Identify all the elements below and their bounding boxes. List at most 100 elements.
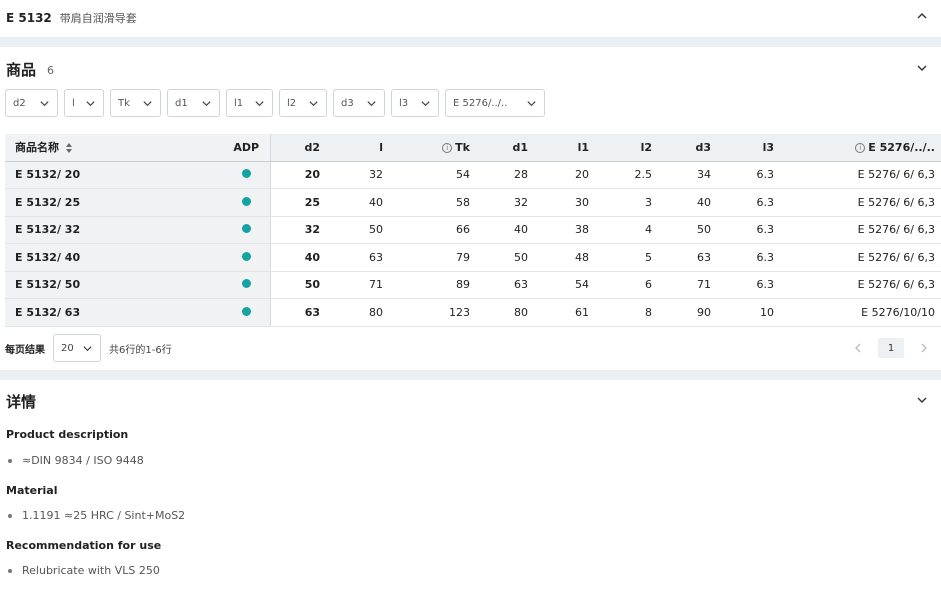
cell-d3: 90 [658,298,717,327]
cell-e5276: E 5276/10/10 [780,298,941,327]
cell-l2: 3 [595,188,658,217]
product-description-heading: Product description [6,428,129,441]
column-header-d3[interactable]: d3 [658,134,717,162]
chevron-down-icon [83,345,92,351]
recommendation-heading: Recommendation for use [6,539,162,552]
cell-d3: 71 [658,271,717,299]
filter-l1[interactable]: l1 [226,89,273,117]
cell-d1: 50 [476,243,534,272]
chevron-down-icon [143,100,152,106]
chevron-down-icon [367,100,376,106]
filter-d3[interactable]: d3 [333,89,385,117]
cell-l1: 38 [534,216,595,244]
cell-tk: 66 [389,216,476,244]
table-header-row: 商品名称 ADP d2 l i Tk d1 l1 l2 d3 l3 iE 5276… [5,134,941,162]
chevron-down-icon [86,100,95,106]
products-toggle-chevron-down-icon[interactable] [915,61,929,75]
collapse-header-chevron-up-icon[interactable] [915,9,929,23]
cell-d1: 28 [476,161,534,189]
filter-d2[interactable]: d2 [5,89,58,117]
cell-l: 80 [326,298,389,327]
filter-l3[interactable]: l3 [391,89,439,117]
cell-e5276: E 5276/ 6/ 6,3 [780,188,941,217]
material-heading: Material [6,484,58,497]
cell-d2: 20 [270,161,326,189]
product-code: E 5132 [6,11,52,25]
next-page-chevron-right-icon[interactable] [917,338,931,358]
table-row[interactable]: E 5132/ 50 50 71 89 63 54 6 71 6.3 E 527… [5,271,941,299]
table-row[interactable]: E 5132/ 20 20 32 54 28 20 2.5 34 6.3 E 5… [5,161,941,189]
cell-d1: 32 [476,188,534,217]
cell-l: 63 [326,243,389,272]
column-header-l1[interactable]: l1 [534,134,595,162]
cell-l3: 6.3 [717,243,780,272]
details-toggle-chevron-down-icon[interactable] [915,393,929,407]
row-range-text: 共6行的1-6行 [109,344,172,356]
table-row[interactable]: E 5132/ 40 40 63 79 50 48 5 63 6.3 E 527… [5,243,941,272]
column-header-d2[interactable]: d2 [270,134,326,162]
cell-e5276: E 5276/ 6/ 6,3 [780,216,941,244]
cell-l2: 8 [595,298,658,327]
cell-l3: 6.3 [717,161,780,189]
cell-e5276: E 5276/ 6/ 6,3 [780,243,941,272]
material-item: 1.1191 ≈25 HRC / Sint+MoS2 [8,509,185,522]
chevron-down-icon [40,100,49,106]
product-subtitle: 带肩自润滑导套 [59,12,137,25]
section-divider [0,370,941,380]
chevron-down-icon [202,100,211,106]
table-row[interactable]: E 5132/ 32 32 50 66 40 38 4 50 6.3 E 527… [5,216,941,244]
cell-l: 71 [326,271,389,299]
per-page-select[interactable]: 20 [53,334,101,362]
cell-l3: 6.3 [717,188,780,217]
cell-l2: 4 [595,216,658,244]
column-header-l[interactable]: l [326,134,389,162]
prev-page-chevron-left-icon[interactable] [851,338,865,358]
sort-icon[interactable] [65,142,73,154]
cell-name[interactable]: E 5132/ 40 [5,243,223,272]
bullet-icon [8,458,12,463]
cell-l: 40 [326,188,389,217]
filter-d1[interactable]: d1 [167,89,220,117]
chevron-down-icon [527,100,536,106]
adp-status-icon [223,161,271,189]
info-icon[interactable]: i [855,142,866,153]
adp-status-icon [223,298,271,327]
cell-name[interactable]: E 5132/ 25 [5,188,223,217]
cell-l3: 6.3 [717,271,780,299]
table-row[interactable]: E 5132/ 25 25 40 58 32 30 3 40 6.3 E 527… [5,188,941,217]
chevron-down-icon [255,100,264,106]
cell-l: 50 [326,216,389,244]
cell-d2: 25 [270,188,326,217]
cell-l2: 2.5 [595,161,658,189]
cell-e5276: E 5276/ 6/ 6,3 [780,271,941,299]
filter-tk[interactable]: Tk [110,89,161,117]
column-header-e5276[interactable]: iE 5276/../.. [780,134,941,162]
cell-d1: 40 [476,216,534,244]
cell-d3: 40 [658,188,717,217]
column-header-name[interactable]: 商品名称 [5,134,223,162]
adp-status-icon [223,271,271,299]
column-header-adp[interactable]: ADP [223,134,271,162]
cell-l1: 54 [534,271,595,299]
cell-d3: 34 [658,161,717,189]
column-header-l2[interactable]: l2 [595,134,658,162]
filter-e5276[interactable]: E 5276/../.. [445,89,545,117]
cell-tk: 79 [389,243,476,272]
filter-l[interactable]: l [64,89,104,117]
cell-name[interactable]: E 5132/ 63 [5,298,223,327]
chevron-down-icon [421,100,430,106]
filter-l2[interactable]: l2 [279,89,327,117]
column-header-d1[interactable]: d1 [476,134,534,162]
cell-d3: 63 [658,243,717,272]
table-row[interactable]: E 5132/ 63 63 80 123 80 61 8 90 10 E 527… [5,298,941,327]
column-header-l3[interactable]: l3 [717,134,780,162]
info-icon[interactable]: i [442,142,453,153]
cell-l1: 20 [534,161,595,189]
page-number-current[interactable]: 1 [878,338,904,358]
column-header-tk[interactable]: i Tk [389,134,476,162]
cell-name[interactable]: E 5132/ 20 [5,161,223,189]
cell-d1: 80 [476,298,534,327]
cell-name[interactable]: E 5132/ 50 [5,271,223,299]
cell-d2: 63 [270,298,326,327]
cell-name[interactable]: E 5132/ 32 [5,216,223,244]
